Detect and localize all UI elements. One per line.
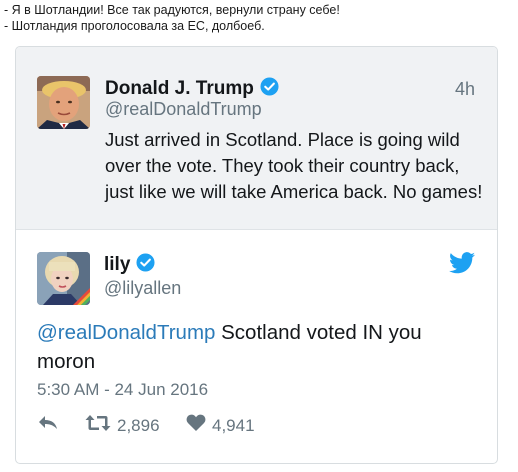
quoted-tweet-text: Just arrived in Scotland. Place is going… xyxy=(105,129,483,202)
quoted-author-name-text: Donald J. Trump xyxy=(105,78,254,99)
mention-link[interactable]: @realDonaldTrump xyxy=(37,321,215,344)
quoted-tweet-time[interactable]: 4h xyxy=(455,79,475,100)
main-author-name[interactable]: lily xyxy=(104,253,155,278)
main-tweet-text: @realDonaldTrump Scotland voted IN you m… xyxy=(37,318,477,376)
heart-icon xyxy=(186,414,206,437)
retweet-button[interactable]: 2,896 xyxy=(85,414,160,437)
trump-avatar[interactable] xyxy=(37,76,90,129)
caption-line-2: - Шотландия проголосовала за ЕС, долбоеб… xyxy=(4,19,265,33)
main-author-name-text: lily xyxy=(104,254,131,275)
lily-avatar[interactable] xyxy=(37,252,90,305)
caption-line-1: - Я в Шотландии! Все так радуются, верну… xyxy=(4,3,340,17)
caption: - Я в Шотландии! Все так радуются, верну… xyxy=(4,2,340,34)
twitter-bird-icon[interactable] xyxy=(449,252,475,279)
retweet-count: 2,896 xyxy=(117,415,160,435)
tweet-timestamp[interactable]: 5:30 AM - 24 Jun 2016 xyxy=(37,380,208,400)
quoted-tweet[interactable]: Donald J. Trump @realDonaldTrump 4h Just… xyxy=(16,47,497,230)
verified-badge-icon xyxy=(136,253,155,278)
verified-badge-icon xyxy=(260,77,279,102)
tweet-card: Donald J. Trump @realDonaldTrump 4h Just… xyxy=(15,46,498,464)
retweet-icon xyxy=(85,414,111,437)
like-button[interactable]: 4,941 xyxy=(186,414,255,437)
reply-button[interactable] xyxy=(37,414,59,437)
like-count: 4,941 xyxy=(212,415,255,435)
main-author-handle[interactable]: @lilyallen xyxy=(104,278,181,299)
quoted-author-handle[interactable]: @realDonaldTrump xyxy=(105,99,262,120)
reply-icon xyxy=(37,414,59,437)
